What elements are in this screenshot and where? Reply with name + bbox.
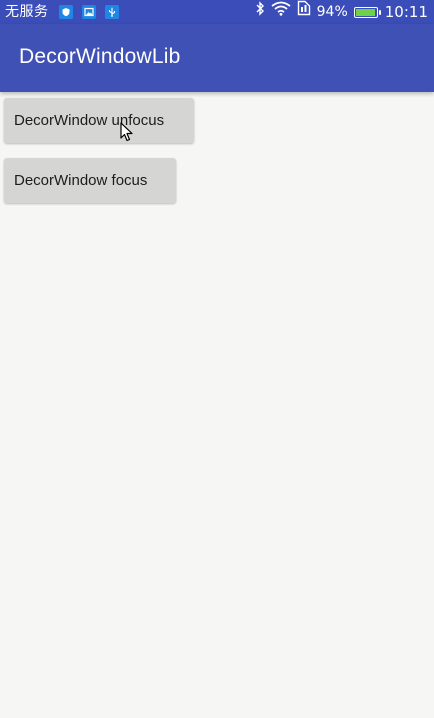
carrier-text: 无服务	[5, 4, 49, 20]
status-bar: 无服务 94% 10:11	[0, 0, 434, 24]
battery-fill	[355, 8, 375, 16]
app-bar: DecorWindowLib	[0, 24, 434, 92]
usb-notification-icon	[104, 5, 119, 19]
sim-icon	[297, 0, 311, 24]
status-left: 无服务	[5, 0, 128, 24]
bluetooth-icon	[255, 0, 265, 24]
shield-notification-icon	[58, 5, 73, 19]
clock: 10:11	[384, 3, 428, 21]
mouse-cursor-icon	[120, 122, 133, 142]
battery-icon	[353, 6, 381, 18]
decorwindow-focus-button[interactable]: DecorWindow focus	[4, 158, 176, 203]
image-notification-icon	[81, 5, 96, 19]
app-title: DecorWindowLib	[19, 45, 181, 68]
decorwindow-unfocus-button[interactable]: DecorWindow unfocus	[4, 98, 194, 143]
status-right: 94% 10:11	[249, 0, 428, 24]
main-content: DecorWindow unfocus DecorWindow focus	[0, 92, 434, 718]
battery-percent: 94%	[316, 4, 348, 20]
wifi-icon	[271, 0, 291, 24]
